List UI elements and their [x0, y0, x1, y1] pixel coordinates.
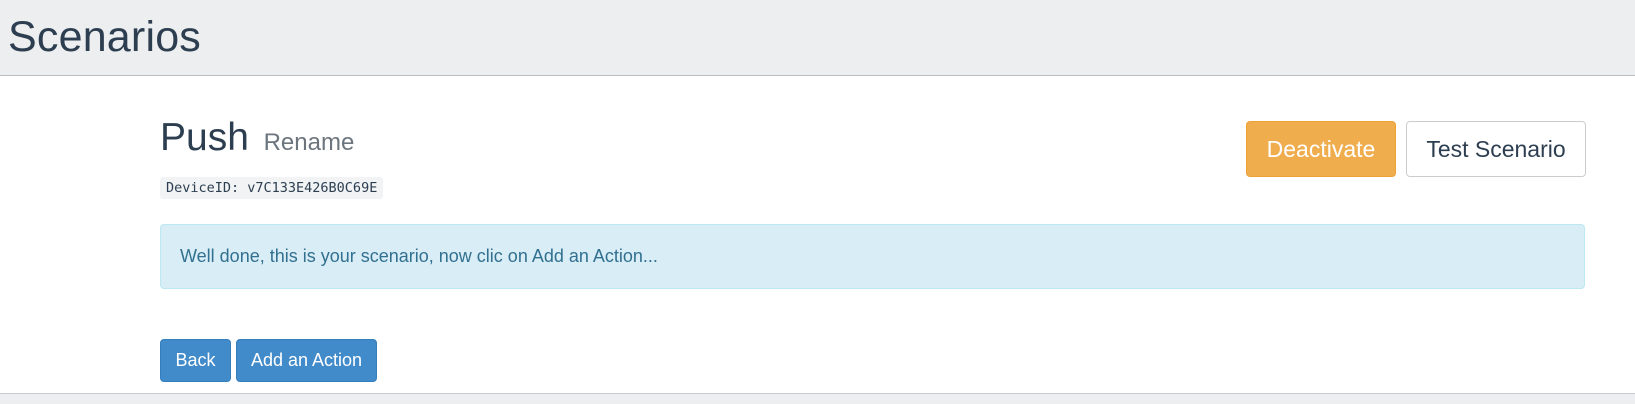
rename-link[interactable]: Rename [264, 129, 355, 156]
page-title: Scenarios [8, 13, 202, 61]
device-id-badge: DeviceID: v7C133E426B0C69E [160, 177, 384, 199]
deactivate-button[interactable]: Deactivate [1246, 121, 1396, 177]
info-alert: Well done, this is your scenario, now cl… [160, 224, 1585, 289]
test-scenario-button[interactable]: Test Scenario [1406, 121, 1586, 177]
scenario-panel: Push Rename DeviceID: v7C133E426B0C69E D… [160, 76, 1586, 394]
page-footer [0, 393, 1635, 404]
add-action-button[interactable]: Add an Action [236, 339, 377, 382]
scenario-name: Push [160, 116, 249, 159]
page-header: Scenarios [0, 0, 1635, 76]
scenario-heading: Push Rename [160, 116, 354, 165]
back-button[interactable]: Back [160, 339, 231, 382]
